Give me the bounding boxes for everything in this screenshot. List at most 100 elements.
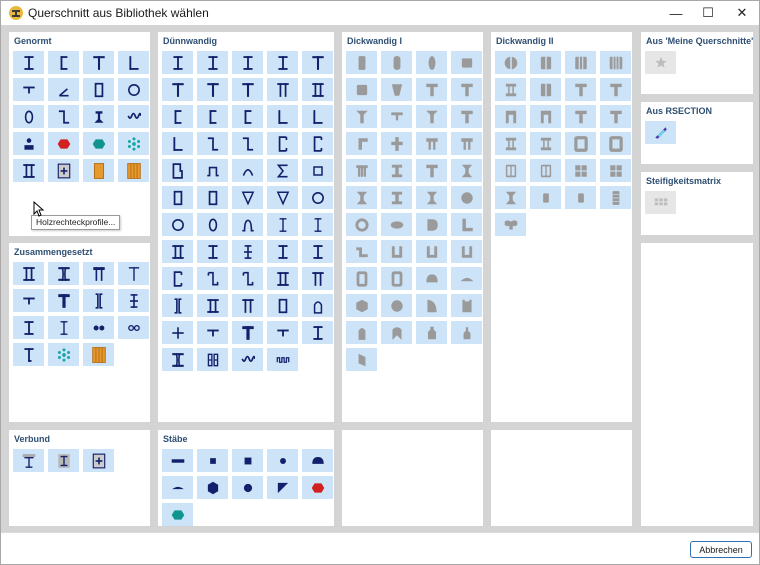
section-tile-dickwandig-ii-24[interactable] — [495, 213, 526, 236]
section-tile-dickwandig-i-42[interactable] — [416, 321, 447, 344]
section-tile-zusammengesetzt-4[interactable] — [13, 289, 44, 312]
section-tile-duennwandig-17[interactable] — [232, 132, 263, 155]
section-tile-staebe-1[interactable] — [197, 449, 228, 472]
section-tile-duennwandig-21[interactable] — [197, 159, 228, 182]
section-tile-zusammengesetzt-14[interactable] — [83, 343, 114, 366]
section-tile-duennwandig-44[interactable] — [302, 267, 333, 290]
section-tile-dickwandig-i-33[interactable] — [381, 267, 412, 290]
section-tile-dickwandig-i-24[interactable] — [346, 213, 377, 236]
section-tile-dickwandig-ii-12[interactable] — [495, 132, 526, 155]
section-tile-duennwandig-25[interactable] — [162, 186, 193, 209]
section-tile-dickwandig-i-34[interactable] — [416, 267, 447, 290]
section-tile-genormt-15[interactable] — [118, 132, 149, 155]
section-tile-dickwandig-i-43[interactable] — [451, 321, 482, 344]
section-tile-dickwandig-i-1[interactable] — [381, 51, 412, 74]
section-tile-dickwandig-i-7[interactable] — [451, 78, 482, 101]
section-tile-duennwandig-39[interactable] — [302, 240, 333, 263]
section-tile-dickwandig-ii-10[interactable] — [565, 105, 596, 128]
section-tile-dickwandig-i-44[interactable] — [346, 348, 377, 371]
section-tile-dickwandig-ii-3[interactable] — [600, 51, 631, 74]
section-tile-staebe-8[interactable] — [267, 476, 298, 499]
section-tile-duennwandig-4[interactable] — [302, 51, 333, 74]
section-tile-duennwandig-12[interactable] — [232, 105, 263, 128]
section-tile-dickwandig-i-27[interactable] — [451, 213, 482, 236]
section-tile-dickwandig-i-0[interactable] — [346, 51, 377, 74]
section-tile-duennwandig-5[interactable] — [162, 78, 193, 101]
section-tile-duennwandig-55[interactable] — [162, 348, 193, 371]
section-tile-dickwandig-ii-18[interactable] — [565, 159, 596, 182]
section-tile-dickwandig-ii-20[interactable] — [495, 186, 526, 209]
section-tile-zusammengesetzt-7[interactable] — [118, 289, 149, 312]
section-tile-duennwandig-31[interactable] — [197, 213, 228, 236]
section-tile-duennwandig-13[interactable] — [267, 105, 298, 128]
section-tile-dickwandig-i-41[interactable] — [381, 321, 412, 344]
section-tile-genormt-9[interactable] — [48, 105, 79, 128]
section-tile-zusammengesetzt-10[interactable] — [83, 316, 114, 339]
section-tile-dickwandig-i-40[interactable] — [346, 321, 377, 344]
section-tile-dickwandig-i-6[interactable] — [416, 78, 447, 101]
section-tile-genormt-8[interactable] — [13, 105, 44, 128]
section-tile-duennwandig-1[interactable] — [197, 51, 228, 74]
section-tile-dickwandig-i-12[interactable] — [346, 132, 377, 155]
section-tile-dickwandig-i-38[interactable] — [416, 294, 447, 317]
section-tile-genormt-5[interactable] — [48, 78, 79, 101]
section-tile-dickwandig-i-35[interactable] — [451, 267, 482, 290]
section-tile-staebe-2[interactable] — [232, 449, 263, 472]
section-tile-genormt-10[interactable] — [83, 105, 114, 128]
section-tile-duennwandig-29[interactable] — [302, 186, 333, 209]
section-tile-duennwandig-54[interactable] — [302, 321, 333, 344]
section-tile-duennwandig-50[interactable] — [162, 321, 193, 344]
section-tile-zusammengesetzt-12[interactable] — [13, 343, 44, 366]
section-tile-dickwandig-i-23[interactable] — [451, 186, 482, 209]
section-tile-duennwandig-57[interactable] — [232, 348, 263, 371]
section-tile-zusammengesetzt-0[interactable] — [13, 262, 44, 285]
section-tile-duennwandig-2[interactable] — [232, 51, 263, 74]
section-tile-zusammengesetzt-8[interactable] — [13, 316, 44, 339]
section-tile-staebe-4[interactable] — [302, 449, 333, 472]
section-tile-duennwandig-15[interactable] — [162, 132, 193, 155]
section-tile-genormt-18[interactable] — [83, 159, 114, 182]
section-tile-duennwandig-18[interactable] — [267, 132, 298, 155]
section-tile-dickwandig-i-9[interactable] — [381, 105, 412, 128]
section-tile-dickwandig-i-4[interactable] — [346, 78, 377, 101]
section-tile-duennwandig-32[interactable] — [232, 213, 263, 236]
section-tile-duennwandig-53[interactable] — [267, 321, 298, 344]
section-tile-genormt-14[interactable] — [83, 132, 114, 155]
section-tile-duennwandig-10[interactable] — [162, 105, 193, 128]
section-tile-staebe-9[interactable] — [302, 476, 333, 499]
section-tile-duennwandig-33[interactable] — [267, 213, 298, 236]
section-tile-rsection-0[interactable] — [645, 121, 676, 144]
section-tile-dickwandig-ii-17[interactable] — [530, 159, 561, 182]
section-tile-staebe-6[interactable] — [197, 476, 228, 499]
section-tile-duennwandig-49[interactable] — [302, 294, 333, 317]
section-tile-duennwandig-28[interactable] — [267, 186, 298, 209]
section-tile-duennwandig-43[interactable] — [267, 267, 298, 290]
section-tile-dickwandig-ii-14[interactable] — [565, 132, 596, 155]
section-tile-staebe-5[interactable] — [162, 476, 193, 499]
section-tile-genormt-7[interactable] — [118, 78, 149, 101]
section-tile-duennwandig-0[interactable] — [162, 51, 193, 74]
section-tile-genormt-11[interactable] — [118, 105, 149, 128]
section-tile-duennwandig-34[interactable] — [302, 213, 333, 236]
section-tile-duennwandig-36[interactable] — [197, 240, 228, 263]
section-tile-duennwandig-38[interactable] — [267, 240, 298, 263]
section-tile-duennwandig-37[interactable] — [232, 240, 263, 263]
section-tile-duennwandig-11[interactable] — [197, 105, 228, 128]
section-tile-duennwandig-27[interactable] — [232, 186, 263, 209]
section-tile-dickwandig-i-22[interactable] — [416, 186, 447, 209]
section-tile-dickwandig-ii-5[interactable] — [530, 78, 561, 101]
section-tile-dickwandig-i-21[interactable] — [381, 186, 412, 209]
section-tile-duennwandig-58[interactable] — [267, 348, 298, 371]
section-tile-dickwandig-i-14[interactable] — [416, 132, 447, 155]
section-tile-dickwandig-i-39[interactable] — [451, 294, 482, 317]
section-tile-dickwandig-i-16[interactable] — [346, 159, 377, 182]
section-tile-duennwandig-45[interactable] — [162, 294, 193, 317]
cancel-button[interactable]: Abbrechen — [690, 541, 752, 558]
section-tile-duennwandig-48[interactable] — [267, 294, 298, 317]
section-tile-verbund-0[interactable] — [13, 449, 44, 472]
section-tile-dickwandig-i-31[interactable] — [451, 240, 482, 263]
section-tile-duennwandig-46[interactable] — [197, 294, 228, 317]
section-tile-genormt-16[interactable] — [13, 159, 44, 182]
section-tile-genormt-1[interactable] — [48, 51, 79, 74]
section-tile-genormt-0[interactable] — [13, 51, 44, 74]
